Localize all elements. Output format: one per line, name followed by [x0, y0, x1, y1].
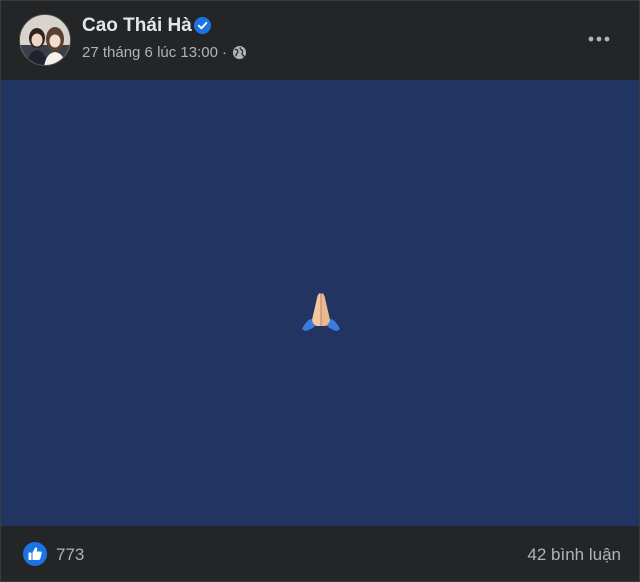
- verified-badge-icon: [194, 17, 211, 34]
- post-timestamp[interactable]: 27 tháng 6 lúc 13:00: [82, 44, 218, 61]
- comment-count[interactable]: 42 bình luận: [527, 545, 621, 565]
- post-image[interactable]: [1, 80, 639, 526]
- avatar-photo-icon: [20, 15, 70, 65]
- post-meta: 27 tháng 6 lúc 13:00 ·: [82, 44, 247, 61]
- reaction-count[interactable]: 773: [56, 545, 84, 565]
- like-reaction-icon[interactable]: [23, 542, 47, 566]
- folded-hands-emoji-icon: [302, 293, 340, 331]
- facebook-post: Cao Thái Hà 27 tháng 6 lúc 13:00 · 773 4…: [0, 0, 640, 582]
- author-avatar[interactable]: [19, 14, 71, 66]
- globe-icon[interactable]: [232, 45, 247, 60]
- more-options-icon: [588, 36, 610, 42]
- more-options-button[interactable]: [583, 27, 615, 51]
- post-footer: 773 42 bình luận: [1, 526, 639, 581]
- meta-separator: ·: [221, 44, 227, 61]
- post-header: Cao Thái Hà 27 tháng 6 lúc 13:00 ·: [1, 1, 639, 80]
- author-name[interactable]: Cao Thái Hà: [82, 15, 192, 37]
